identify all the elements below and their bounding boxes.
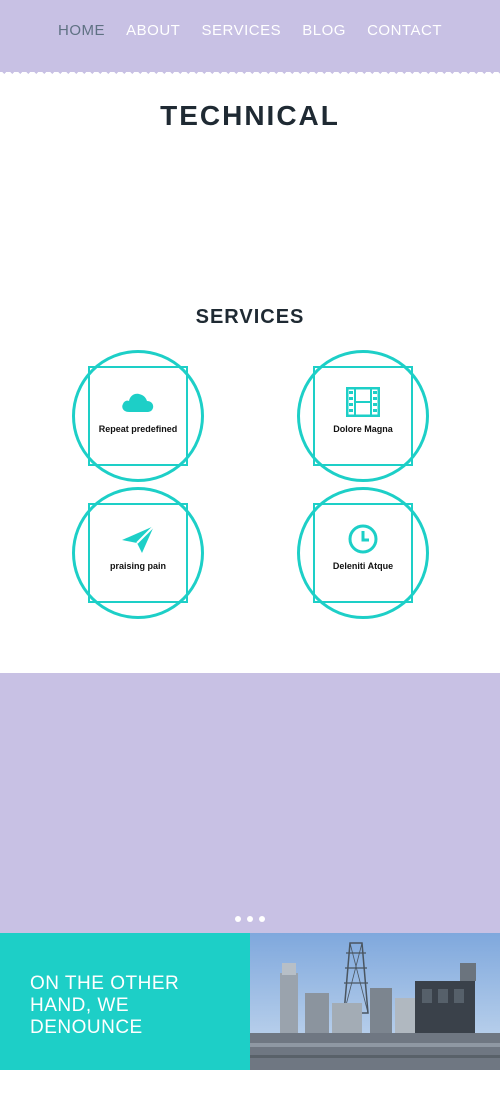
lavender-banner-section — [0, 673, 500, 935]
nav-blog-link[interactable]: BLOG — [302, 22, 346, 39]
service-card-dolore-magna[interactable]: Dolore Magna — [297, 350, 429, 482]
slider-dot[interactable] — [235, 916, 241, 922]
feature-section: ON THE OTHER HAND, WE DENOUNCE — [0, 933, 500, 1070]
nav-services-link[interactable]: SERVICES — [202, 22, 282, 39]
nav-home-link[interactable]: HOME — [58, 22, 105, 39]
nav-contact-link[interactable]: CONTACT — [367, 22, 442, 39]
feature-text-panel: ON THE OTHER HAND, WE DENOUNCE — [0, 933, 250, 1070]
service-label: praising pain — [109, 561, 166, 571]
service-card-deleniti-atque[interactable]: Deleniti Atque — [297, 487, 429, 619]
paper-plane-icon — [118, 523, 158, 555]
main-nav: HOME ABOUT SERVICES BLOG CONTACT — [58, 22, 442, 39]
slider-dot[interactable] — [247, 916, 253, 922]
feature-title: ON THE OTHER HAND, WE DENOUNCE — [30, 973, 180, 1038]
service-label: Deleniti Atque — [332, 561, 394, 571]
services-section-title: SERVICES — [195, 306, 305, 328]
slider-pagination — [0, 916, 500, 922]
industrial-plant-image — [250, 933, 500, 1070]
nav-about-link[interactable]: ABOUT — [126, 22, 180, 39]
top-navigation-bar: HOME ABOUT SERVICES BLOG CONTACT — [0, 0, 500, 78]
service-label: Dolore Magna — [333, 424, 393, 434]
cloud-icon — [118, 386, 158, 418]
service-label: Repeat predefined — [98, 424, 178, 434]
service-card-repeat-predefined[interactable]: Repeat predefined — [72, 350, 204, 482]
clock-icon — [343, 523, 383, 555]
hero-title: TECHNICAL — [160, 100, 340, 131]
film-icon — [343, 386, 383, 418]
slider-dot[interactable] — [259, 916, 265, 922]
service-card-praising-pain[interactable]: praising pain — [72, 487, 204, 619]
